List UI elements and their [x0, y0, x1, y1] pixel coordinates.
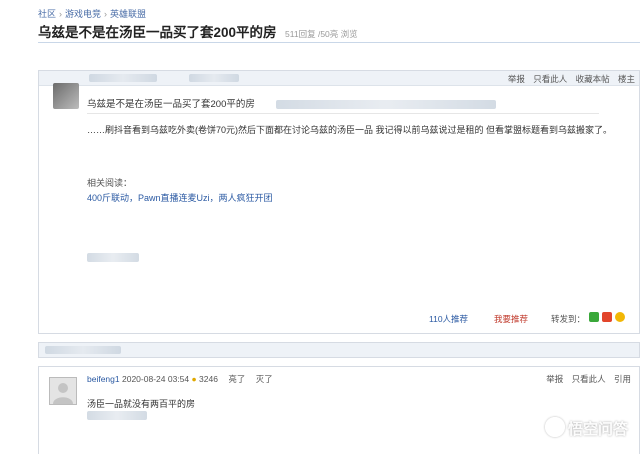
blurred-meta [189, 74, 239, 82]
reply-body: 汤臣一品就没有两百平的房 [87, 399, 196, 409]
blurred-signature [87, 253, 139, 264]
reply-datetime: 2020-08-24 03:54 [122, 374, 190, 384]
post-header: 举报 只看此人 收藏本帖 楼主 [39, 71, 639, 86]
title-divider [38, 42, 640, 43]
light-count: 3246 [199, 374, 218, 384]
blurred-text [275, 99, 496, 109]
reply-actions: 举报 只看此人 引用 [540, 373, 631, 385]
dark-button[interactable]: 灭了 [256, 374, 273, 384]
reply-meta: beifeng1 2020-08-24 03:54 ● 3246 亮了 灭了 [87, 373, 273, 385]
send-to-label: 转发到： [551, 314, 586, 324]
recommend-count[interactable]: 110人推荐 [429, 313, 468, 325]
blurred-text [45, 346, 121, 354]
report-link[interactable]: 举报 [508, 74, 525, 84]
floor-label: 楼主 [617, 74, 635, 84]
breadcrumb-separator: › [104, 9, 108, 19]
report-link[interactable]: 举报 [546, 374, 563, 384]
related-reading: 相关阅读： 400斤联动，Pawn直播连麦Uzi，两人疯狂开团 [87, 176, 273, 206]
post-quote-title: 乌兹是不是在汤臣一品买了套200平的房 [87, 96, 496, 110]
quote-divider [87, 113, 599, 114]
watermark-text: 悟空问答 [567, 421, 628, 438]
reply-username[interactable]: beifeng1 [87, 374, 120, 384]
blurred-username [89, 74, 157, 82]
share-icons [589, 311, 628, 322]
weibo-icon[interactable] [602, 311, 612, 322]
breadcrumb: 社区 › 游戏电竞 › 英雄联盟 [38, 7, 146, 20]
reply-post: beifeng1 2020-08-24 03:54 ● 3246 亮了 灭了 举… [38, 366, 640, 454]
only-this-user-link[interactable]: 只看此人 [572, 374, 606, 384]
light-button[interactable]: 亮了 [228, 374, 245, 384]
quote-title-text: 乌兹是不是在汤臣一品买了套200平的房 [87, 99, 255, 110]
watermark: 悟空问答 [544, 417, 628, 439]
thread-stats: 511回复 /50亮 浏览 [285, 29, 358, 39]
blurred-avatar [53, 83, 79, 109]
wukong-logo-icon [544, 417, 565, 437]
post-actions: 举报 只看此人 收藏本帖 楼主 [502, 73, 635, 85]
thread-title: 乌兹是不是在汤臣一品买了套200平的房 [38, 25, 277, 40]
wechat-icon[interactable] [589, 311, 599, 322]
default-avatar-icon[interactable] [49, 377, 77, 405]
post-body: ……刷抖音看到乌兹吃外卖(卷饼70元)然后下面都在讨论乌兹的汤臣一品 我记得以前… [87, 125, 613, 135]
thread-title-row: 乌兹是不是在汤臣一品买了套200平的房 511回复 /50亮 浏览 [38, 21, 358, 41]
breadcrumb-separator: › [59, 9, 63, 19]
related-link[interactable]: 400斤联动，Pawn直播连麦Uzi，两人疯狂开团 [87, 191, 273, 206]
qzone-icon[interactable] [615, 311, 625, 322]
blurred-text [87, 411, 147, 422]
breadcrumb-item-community[interactable]: 社区 [38, 9, 56, 19]
breadcrumb-item-esports[interactable]: 游戏电竞 [65, 9, 101, 19]
light-bulb-icon: ● [191, 374, 197, 384]
main-post: 举报 只看此人 收藏本帖 楼主 乌兹是不是在汤臣一品买了套200平的房 ……刷抖… [38, 70, 640, 334]
related-label: 相关阅读： [87, 178, 133, 188]
favorite-link[interactable]: 收藏本帖 [576, 74, 610, 84]
reply-separator-bar [38, 342, 640, 358]
quote-link[interactable]: 引用 [614, 374, 631, 384]
want-recommend-button[interactable]: 我要推荐 [494, 313, 528, 325]
breadcrumb-item-lol[interactable]: 英雄联盟 [110, 9, 146, 19]
only-this-user-link[interactable]: 只看此人 [533, 74, 567, 84]
